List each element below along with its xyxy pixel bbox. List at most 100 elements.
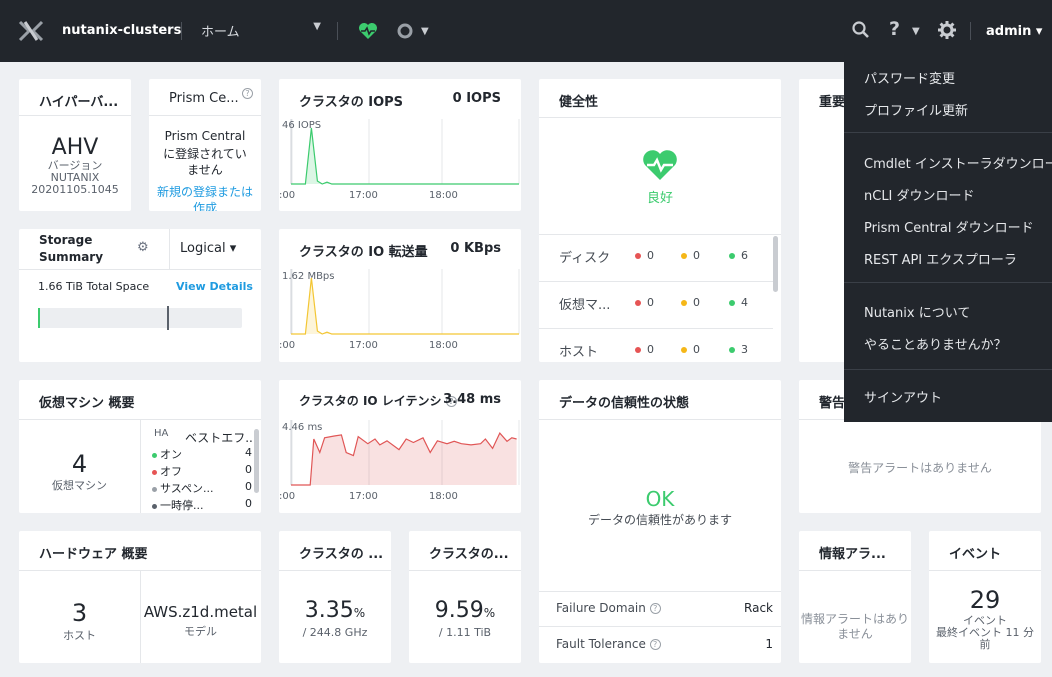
divider xyxy=(799,570,911,571)
register-prism-central-link[interactable]: 新規の登録または xyxy=(149,183,261,200)
widget-title-line: Summary xyxy=(39,250,104,264)
menu-item-update-profile[interactable]: プロファイル更新 xyxy=(864,100,968,119)
cluster-io-latency-widget[interactable]: :00 17:00 18:00 クラスタの IO レイテンシ ? 3.48 ms 4… xyxy=(279,380,521,513)
gear-icon[interactable]: ⚙ xyxy=(137,240,149,255)
divider xyxy=(409,570,521,571)
widget-title: クラスタの IO 転送量 xyxy=(299,245,428,260)
cluster-memory-widget[interactable]: クラスタの... 9.59% / 1.11 TiB xyxy=(409,531,521,663)
fault-tolerance-label-text: Fault Tolerance xyxy=(556,637,646,651)
vm-summary-widget[interactable]: 仮想マシン 概要 4 仮想マシン HA ベストエフ... オン 4 オフ 0 サスペン.… xyxy=(19,380,261,513)
gear-icon[interactable] xyxy=(938,21,956,39)
divider xyxy=(539,419,781,420)
widget-title-line: Storage xyxy=(39,233,93,247)
fault-tolerance-label: Fault Tolerance ? xyxy=(556,637,661,651)
prism-central-widget[interactable]: Prism Ce... ? Prism Central に登録されてい ません … xyxy=(149,79,261,211)
hypervisor-summary-widget[interactable]: ハイパーバ... AHV バージョン NUTANIX 20201105.1045 xyxy=(19,79,131,211)
chart-tick-label: 17:00 xyxy=(349,190,378,201)
current-io-latency: 3.48 ms xyxy=(443,392,501,407)
vm-state-count: 0 xyxy=(245,497,252,510)
menu-item-nothing-to-do[interactable]: やることありませんか？ xyxy=(864,334,1007,353)
menu-divider xyxy=(844,282,1052,283)
critical-count-value: 0 xyxy=(647,296,654,309)
menu-item-rest-api-explorer[interactable]: REST API エクスプローラ xyxy=(864,249,1017,268)
warning-count: 0 xyxy=(681,296,700,309)
divider xyxy=(970,22,971,40)
health-heart-icon[interactable] xyxy=(358,22,378,40)
menu-item-about-nutanix[interactable]: Nutanix について xyxy=(864,302,970,321)
view-details-link[interactable]: View Details xyxy=(176,280,253,293)
divider xyxy=(19,269,261,270)
main-nav-select[interactable]: ホーム ▼ xyxy=(201,21,321,41)
critical-count: 0 xyxy=(635,296,654,309)
cluster-io-bandwidth-widget[interactable]: :00 17:00 18:00 クラスタの IO 転送量 0 KBps 1.62 M… xyxy=(279,229,521,362)
health-row[interactable]: 仮想マ... 0 0 4 xyxy=(539,282,781,329)
scrollbar[interactable] xyxy=(254,429,259,493)
storage-view-select-value: Logical xyxy=(180,241,226,256)
help-icon[interactable]: ? xyxy=(649,639,661,650)
data-resiliency-widget[interactable]: データの信頼性の状態 OK データの信頼性があります Failure Domai… xyxy=(539,380,781,663)
chart-tick-label: 17:00 xyxy=(349,491,378,502)
critical-count-value: 0 xyxy=(647,343,654,356)
menu-item-download-prism-central[interactable]: Prism Central ダウンロード xyxy=(864,217,1034,236)
resiliency-description: データの信頼性があります xyxy=(587,513,732,527)
current-io-bandwidth: 0 KBps xyxy=(450,241,501,256)
widget-title: 健全性 xyxy=(559,95,599,110)
divider xyxy=(169,229,170,269)
user-name: admin xyxy=(986,24,1032,39)
help-icon[interactable]: ? xyxy=(649,603,661,614)
fault-tolerance-value: 1 xyxy=(765,637,773,651)
chart-peak-label: 1.62 MBps xyxy=(282,271,335,282)
memory-usage-value: 9.59 xyxy=(434,598,484,623)
chart-area xyxy=(291,128,519,184)
divider xyxy=(337,22,338,40)
scrollbar[interactable] xyxy=(773,236,778,292)
menu-item-download-ncli[interactable]: nCLI ダウンロード xyxy=(864,185,975,204)
health-row[interactable]: ディスク 0 0 6 xyxy=(539,235,781,282)
vm-state-label: オン xyxy=(160,448,182,461)
menu-item-change-password[interactable]: パスワード変更 xyxy=(864,68,955,87)
info-alerts-widget[interactable]: 情報アラ... 情報アラートはあり ません xyxy=(799,531,911,663)
widget-title: ハードウェア 概要 xyxy=(39,547,148,562)
warning-count-value: 0 xyxy=(693,343,700,356)
vm-state-count: 0 xyxy=(245,480,252,493)
chart-line xyxy=(291,127,519,185)
register-prism-central-link[interactable]: 作成 xyxy=(149,199,261,211)
chevron-down-icon: ▼ xyxy=(313,21,321,32)
health-widget[interactable]: 健全性 良好 ディスク 0 0 6 仮想マ... 0 0 4 ホスト 0 0 3 xyxy=(539,79,781,362)
task-status-icon[interactable] xyxy=(397,23,413,39)
widget-title: データの信頼性の状態 xyxy=(559,396,690,411)
storage-view-select[interactable]: Logical ▾ xyxy=(180,241,236,256)
memory-usage: 9.59% xyxy=(409,598,521,623)
good-count: 3 xyxy=(729,343,748,356)
help-icon[interactable]: ? xyxy=(889,18,900,40)
events-widget[interactable]: イベント 29 イベント 最終イベント 11 分 前 xyxy=(929,531,1041,663)
total-space-value: 1.66 TiB xyxy=(38,280,83,293)
chevron-down-icon: ▼ xyxy=(421,26,429,37)
cpu-usage: 3.35% xyxy=(279,598,391,623)
widget-title: イベント xyxy=(949,547,1002,562)
help-icon[interactable]: ? xyxy=(242,88,253,99)
search-icon[interactable] xyxy=(852,21,870,39)
divider xyxy=(19,115,131,116)
storage-summary-widget[interactable]: Storage Summary ⚙ Logical ▾ 1.66 TiB Tot… xyxy=(19,229,261,362)
good-count: 6 xyxy=(729,249,748,262)
user-menu-dropdown: パスワード変更 プロファイル更新 Cmdlet インストーラダウンロード nCL… xyxy=(844,62,1052,422)
chart-tick-label: :00 xyxy=(279,340,295,351)
menu-item-download-cmdlets[interactable]: Cmdlet インストーラダウンロード xyxy=(864,153,1052,172)
widget-title: Prism Ce... xyxy=(169,91,239,106)
cluster-cpu-widget[interactable]: クラスタの ... 3.35% / 244.8 GHz xyxy=(279,531,391,663)
prism-central-status-line: に登録されてい xyxy=(163,147,247,161)
user-menu-button[interactable]: admin ▾ xyxy=(986,24,1042,39)
hardware-summary-widget[interactable]: ハードウェア 概要 3 ホスト AWS.z1d.metal モデル xyxy=(19,531,261,663)
menu-item-sign-out[interactable]: サインアウト xyxy=(864,387,942,406)
menu-divider xyxy=(844,369,1052,370)
cluster-iops-widget[interactable]: :00 17:00 18:00 クラスタの IOPS 0 IOPS 46 IOPS xyxy=(279,79,521,211)
nutanix-logo-icon[interactable] xyxy=(18,20,44,42)
chart-area xyxy=(291,278,519,334)
health-row[interactable]: ホスト 0 0 3 xyxy=(539,329,781,362)
failure-domain-value: Rack xyxy=(744,601,773,615)
host-count-label: ホスト xyxy=(63,629,96,642)
widget-title: 仮想マシン 概要 xyxy=(39,396,135,411)
current-iops: 0 IOPS xyxy=(452,91,501,106)
widget-title: クラスタの... xyxy=(429,547,509,562)
